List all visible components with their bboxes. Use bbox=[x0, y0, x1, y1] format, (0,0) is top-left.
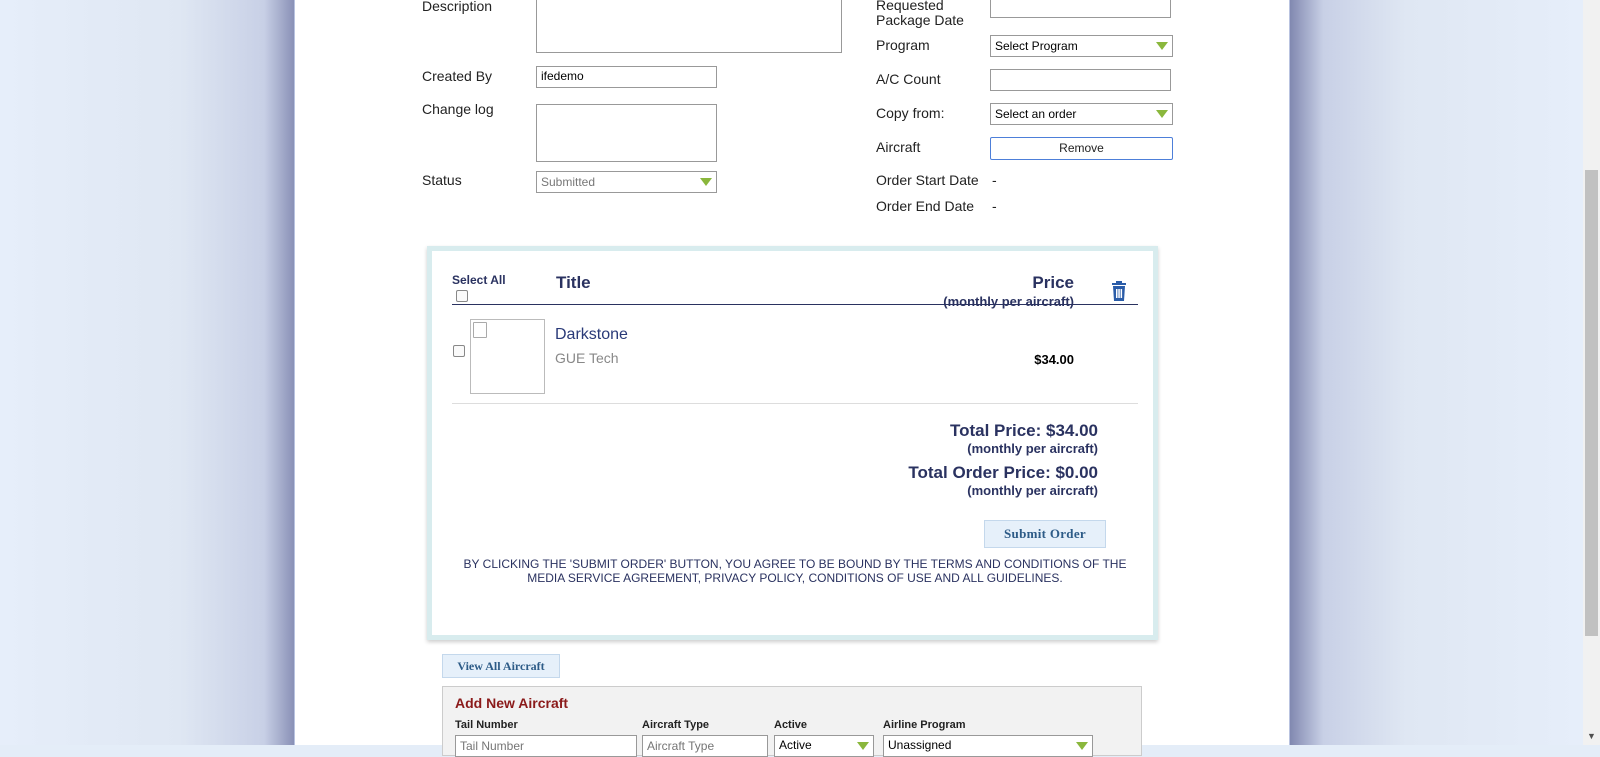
status-select[interactable]: Submitted bbox=[536, 171, 717, 193]
vertical-scrollbar[interactable]: ▼ bbox=[1583, 0, 1600, 745]
chevron-down-icon bbox=[1156, 42, 1168, 50]
total-price: Total Price: $34.00 bbox=[949, 421, 1098, 440]
requested-package-date-field[interactable] bbox=[990, 0, 1171, 18]
total-order-price-subtext: (monthly per aircraft) bbox=[967, 483, 1098, 498]
copy-from-value: Select an order bbox=[995, 107, 1077, 121]
total-price-subtext: (monthly per aircraft) bbox=[967, 441, 1098, 456]
aircraft-type-input[interactable] bbox=[642, 735, 768, 757]
status-label: Status bbox=[422, 172, 462, 188]
chevron-down-icon bbox=[857, 742, 869, 750]
change-log-label: Change log bbox=[422, 101, 494, 117]
cart-divider bbox=[452, 403, 1138, 404]
item-checkbox[interactable] bbox=[453, 345, 465, 357]
item-price: $34.00 bbox=[1034, 352, 1074, 367]
add-new-aircraft-panel: Add New Aircraft Tail Number Aircraft Ty… bbox=[442, 686, 1142, 757]
copy-from-label: Copy from: bbox=[876, 105, 945, 121]
created-by-field[interactable]: ifedemo bbox=[536, 66, 717, 88]
add-new-aircraft-title: Add New Aircraft bbox=[455, 695, 569, 711]
total-order-price: Total Order Price: $0.00 bbox=[908, 463, 1098, 482]
scrollbar-thumb[interactable] bbox=[1585, 170, 1598, 636]
page-background-right bbox=[1288, 0, 1583, 745]
program-label: Program bbox=[876, 37, 930, 53]
item-title[interactable]: Darkstone bbox=[555, 326, 628, 344]
airline-program-select[interactable]: Unassigned bbox=[883, 735, 1093, 757]
order-end-date-value: - bbox=[992, 198, 997, 214]
status-value: Submitted bbox=[541, 175, 596, 189]
select-all-label: Select All bbox=[452, 273, 506, 287]
chevron-down-icon bbox=[1076, 742, 1088, 750]
airline-program-value: Unassigned bbox=[888, 738, 952, 752]
aircraft-type-label: Aircraft Type bbox=[642, 719, 710, 731]
price-column-header: Price bbox=[1032, 273, 1074, 292]
description-label: Description bbox=[422, 0, 493, 14]
tail-number-label: Tail Number bbox=[455, 719, 518, 731]
remove-aircraft-button[interactable]: Remove bbox=[990, 137, 1173, 160]
terms-notice: BY CLICKING THE 'SUBMIT ORDER' BUTTON, Y… bbox=[463, 557, 1127, 585]
title-column-header: Title bbox=[556, 273, 591, 292]
active-label: Active bbox=[774, 719, 808, 731]
change-log-field[interactable] bbox=[536, 104, 717, 162]
select-all-checkbox[interactable] bbox=[456, 290, 468, 302]
broken-image-icon bbox=[473, 322, 487, 338]
submit-order-button[interactable]: Submit Order bbox=[984, 520, 1106, 548]
description-field[interactable] bbox=[536, 0, 842, 53]
page-background-left bbox=[0, 0, 300, 745]
active-select[interactable]: Active bbox=[774, 735, 874, 757]
chevron-down-icon bbox=[1156, 110, 1168, 118]
ac-count-field[interactable] bbox=[990, 69, 1171, 91]
program-select[interactable]: Select Program bbox=[990, 35, 1173, 57]
order-start-date-value: - bbox=[992, 172, 997, 188]
order-start-date-label: Order Start Date bbox=[876, 172, 979, 188]
view-all-aircraft-button[interactable]: View All Aircraft bbox=[442, 654, 560, 678]
trash-icon[interactable] bbox=[1111, 281, 1127, 301]
order-cart-panel: Select All Title Price (monthly per airc… bbox=[427, 246, 1158, 640]
item-provider: GUE Tech bbox=[555, 350, 619, 366]
program-value: Select Program bbox=[995, 39, 1078, 53]
aircraft-label: Aircraft bbox=[876, 139, 921, 155]
airline-program-label: Airline Program bbox=[883, 719, 966, 731]
tail-number-input[interactable] bbox=[455, 735, 637, 757]
scroll-down-arrow-icon[interactable]: ▼ bbox=[1583, 729, 1600, 743]
price-column-subheader: (monthly per aircraft) bbox=[943, 294, 1074, 309]
created-by-label: Created By bbox=[422, 68, 493, 84]
item-thumbnail bbox=[470, 319, 545, 394]
cart-header-divider bbox=[452, 304, 1138, 305]
order-end-date-label: Order End Date bbox=[876, 198, 975, 214]
active-value: Active bbox=[779, 738, 812, 752]
chevron-down-icon bbox=[700, 178, 712, 186]
ac-count-label: A/C Count bbox=[876, 71, 941, 87]
requested-package-date-label: Requested Package Date bbox=[876, 0, 964, 28]
copy-from-select[interactable]: Select an order bbox=[990, 103, 1173, 125]
